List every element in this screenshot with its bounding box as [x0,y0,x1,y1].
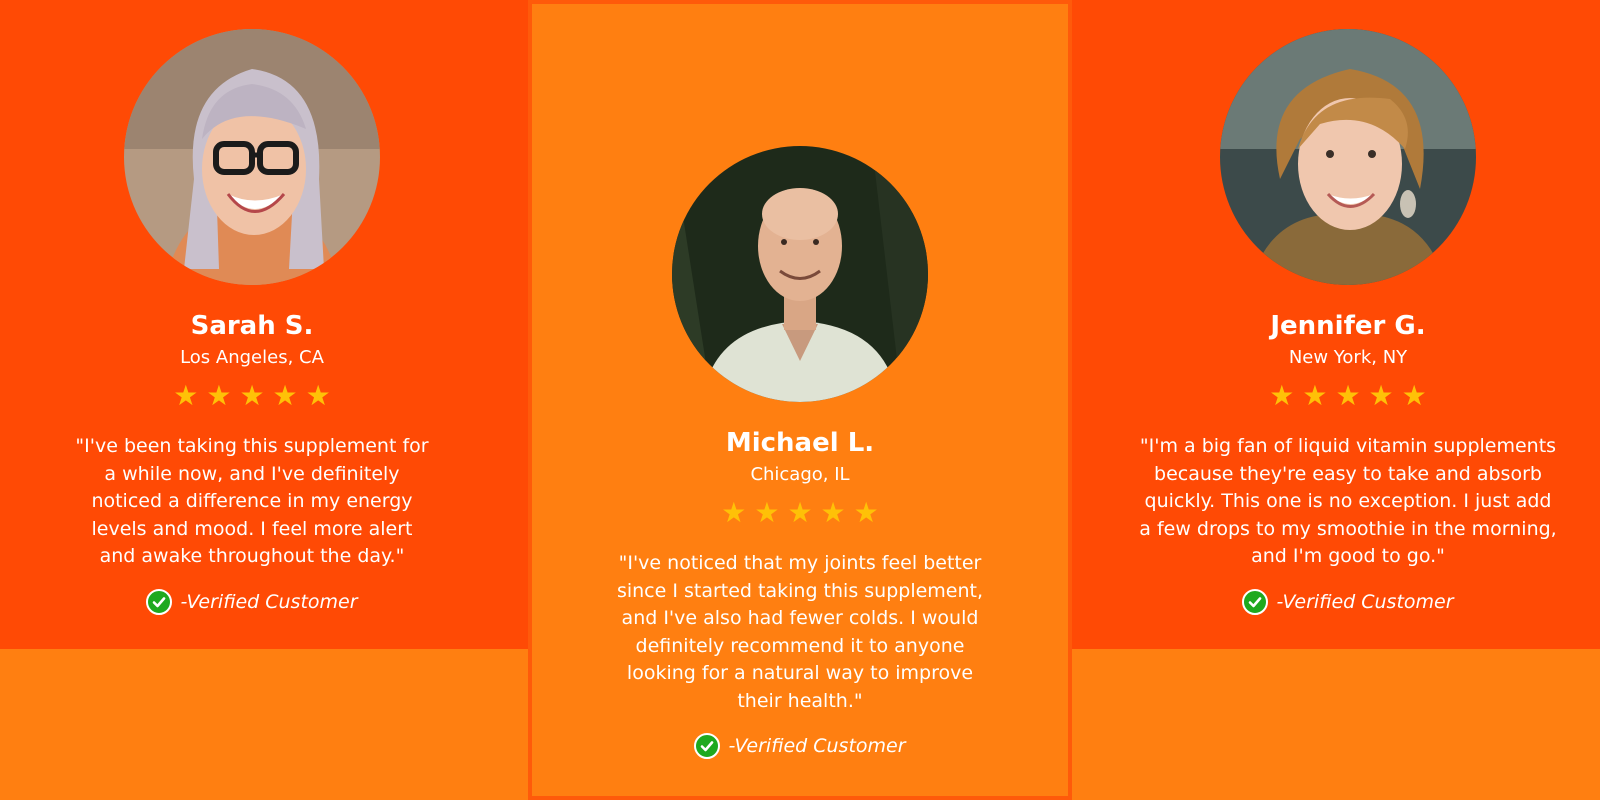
quote-line: a few drops to my smoothie in the mornin… [1139,517,1557,540]
avatar [1220,29,1476,285]
star-icon: ★ [1302,379,1328,412]
testimonial-quote: "I've noticed that my joints feel better… [617,550,983,715]
star-icon: ★ [1335,379,1361,412]
testimonial-card-michael: Michael L. Chicago, IL ★ ★ ★ ★ ★ "I've n… [568,146,1032,759]
check-circle-icon [146,588,173,615]
avatar [124,29,380,285]
check-circle-icon [1242,588,1269,615]
quote-line: "I'm a big fan of liquid vitamin supplem… [1139,435,1557,457]
star-icon: ★ [272,379,298,412]
star-rating: ★ ★ ★ ★ ★ [721,498,879,528]
star-icon: ★ [305,379,331,412]
star-icon: ★ [787,496,813,529]
customer-location: Chicago, IL [750,464,850,485]
star-icon: ★ [173,379,199,412]
testimonial-quote: "I've been taking this supplement for a … [75,433,428,571]
quote-line: levels and mood. I feel more alert [91,517,413,540]
star-icon: ★ [1368,379,1394,412]
woman-with-glasses-photo-icon [124,29,380,285]
customer-location: Los Angeles, CA [180,347,324,368]
star-icon: ★ [721,496,747,529]
smiling-woman-photo-icon [1220,29,1476,285]
verified-label: -Verified Customer [1276,590,1454,613]
quote-line: a while now, and I've definitely [104,462,400,485]
quote-line: quickly. This one is no exception. I jus… [1144,490,1552,512]
star-rating: ★ ★ ★ ★ ★ [173,381,331,411]
testimonial-card-jennifer: Jennifer G. New York, NY ★ ★ ★ ★ ★ "I'm … [1116,29,1580,615]
star-icon: ★ [853,496,879,529]
testimonial-quote: "I'm a big fan of liquid vitamin supplem… [1139,433,1556,571]
star-icon: ★ [239,379,265,412]
customer-name: Sarah S. [190,311,314,341]
quote-line: since I started taking this supplement, [616,579,984,602]
testimonial-card-sarah: Sarah S. Los Angeles, CA ★ ★ ★ ★ ★ "I've… [24,29,480,615]
star-icon: ★ [820,496,846,529]
avatar [672,146,928,402]
quote-line: "I've noticed that my joints feel better [618,552,982,574]
star-icon: ★ [1401,379,1427,412]
star-icon: ★ [206,379,232,412]
star-rating: ★ ★ ★ ★ ★ [1269,381,1427,411]
customer-name: Jennifer G. [1270,311,1426,341]
bald-man-photo-icon [672,146,928,402]
verified-label: -Verified Customer [728,735,906,757]
star-icon: ★ [754,496,780,529]
quote-line: "I've been taking this supplement for [75,435,429,457]
quote-line: noticed a difference in my energy [91,490,413,512]
verified-label: -Verified Customer [180,590,358,613]
verified-badge: -Verified Customer [1242,588,1454,615]
quote-line: and I'm good to go." [1251,545,1445,567]
customer-name: Michael L. [725,428,875,458]
verified-badge: -Verified Customer [694,733,906,759]
star-icon: ★ [1269,379,1295,412]
quote-line: looking for a natural way to improve [626,662,974,684]
check-circle-icon [694,733,721,759]
quote-line: and awake throughout the day." [99,545,405,567]
customer-location: New York, NY [1288,347,1408,368]
quote-line: and I've also had fewer colds. I would [621,607,979,629]
quote-line: because they're easy to take and absorb [1154,462,1542,485]
quote-line: their health." [737,689,863,712]
verified-badge: -Verified Customer [146,588,358,615]
quote-line: definitely recommend it to anyone [635,634,965,657]
